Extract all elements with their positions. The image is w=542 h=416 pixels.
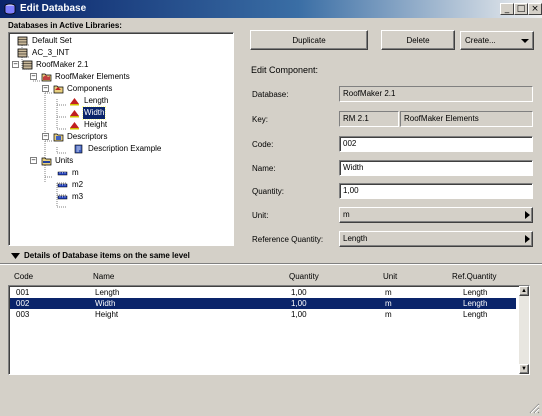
edit-component-title: Edit Component: [251,65,319,75]
unit-label: Unit: [252,211,269,220]
descriptor-icon [74,144,83,154]
unit-icon [57,171,68,176]
window-title: Edit Database [20,3,87,14]
tree-item-description-example[interactable]: Description Example [9,143,229,155]
resize-grip-icon[interactable] [528,402,540,414]
column-header-ref-quantity[interactable]: Ref.Quantity [452,272,496,282]
tree-item-m3[interactable]: m3 [9,191,229,203]
database-icon [4,3,16,15]
reference-quantity-label: Reference Quantity: [252,235,324,244]
collapse-triangle-icon[interactable] [11,252,20,260]
database-label: Database: [252,90,289,99]
folder-open-icon [53,133,64,142]
component-icon [70,122,79,130]
databases-title: Databases in Active Libraries: [8,21,122,30]
name-input[interactable]: Width [339,160,533,176]
tree-item-roofmaker[interactable]: − RoofMaker 2.1 [9,59,229,71]
table-row[interactable]: 001 Length 1,00 m Length [10,287,516,298]
tree-item-units[interactable]: − Units [9,155,229,167]
minimize-button[interactable]: _ [500,3,514,15]
tree-item-roofmaker-elements[interactable]: − RoofMaker Elements [9,71,229,83]
key-label: Key: [252,115,269,124]
library-icon [17,36,28,46]
chevron-down-icon [521,39,529,43]
collapse-icon[interactable]: − [30,73,37,80]
collapse-icon[interactable]: − [30,157,37,164]
column-header-code[interactable]: Code [14,272,33,282]
component-icon [70,110,79,118]
code-input[interactable]: 002 [339,136,533,152]
key-field-2: RoofMaker Elements [400,111,533,127]
column-header-name[interactable]: Name [93,272,114,282]
tree-item-height[interactable]: Height [9,119,229,131]
folder-open-icon [41,157,52,166]
name-label: Name: [252,164,276,173]
column-header-quantity[interactable]: Quantity [289,272,319,282]
library-icon [22,60,33,70]
details-list[interactable]: 001 Length 1,00 m Length 002 Width 1,00 … [8,285,530,375]
tree-item-m2[interactable]: m2 [9,179,229,191]
column-header-unit[interactable]: Unit [383,272,397,282]
database-field: RoofMaker 2.1 [339,86,533,102]
tree-item-descriptors[interactable]: − Descriptors [9,131,229,143]
scroll-down-icon[interactable]: ▼ [519,364,529,374]
collapse-icon[interactable]: − [12,61,19,68]
tree-item-width[interactable]: Width [9,106,229,120]
quantity-label: Quantity: [252,187,285,196]
tree-item-ac-3-int[interactable]: AC_3_INT [9,47,229,59]
duplicate-button[interactable]: Duplicate [250,30,368,50]
code-label: Code: [252,140,274,149]
component-icon [70,98,79,106]
scroll-up-icon[interactable]: ▲ [519,286,529,296]
folder-open-icon [53,85,64,94]
arrow-right-icon [525,235,530,243]
maximize-button[interactable]: □ [514,3,528,15]
table-row[interactable]: 002 Width 1,00 m Length [10,298,516,309]
unit-select[interactable]: m [339,207,533,223]
reference-quantity-select[interactable]: Length [339,231,533,247]
table-row[interactable]: 003 Height 1,00 m Length [10,309,516,320]
tree-item-length[interactable]: Length [9,95,229,107]
tree-item-default-set[interactable]: Default Set [9,35,229,47]
collapse-icon[interactable]: − [42,133,49,140]
unit-icon [57,195,68,200]
tree-item-components[interactable]: − Components [9,83,229,95]
library-icon [17,48,28,58]
divider [0,263,542,265]
create-dropdown[interactable]: Create... [460,31,534,50]
database-tree[interactable]: Default Set AC_3_INT − RoofMaker 2.1 − R… [8,32,234,246]
key-field-1: RM 2.1 [339,111,399,127]
collapse-icon[interactable]: − [42,85,49,92]
details-title: Details of Database items on the same le… [24,251,190,260]
vertical-scrollbar[interactable]: ▲ ▼ [519,286,529,374]
folder-open-icon [41,73,52,82]
close-button[interactable]: × [528,3,542,15]
delete-button[interactable]: Delete [381,30,455,50]
arrow-right-icon [525,211,530,219]
tree-item-m[interactable]: m [9,167,229,179]
quantity-input[interactable]: 1,00 [339,183,533,199]
unit-icon [57,183,68,188]
